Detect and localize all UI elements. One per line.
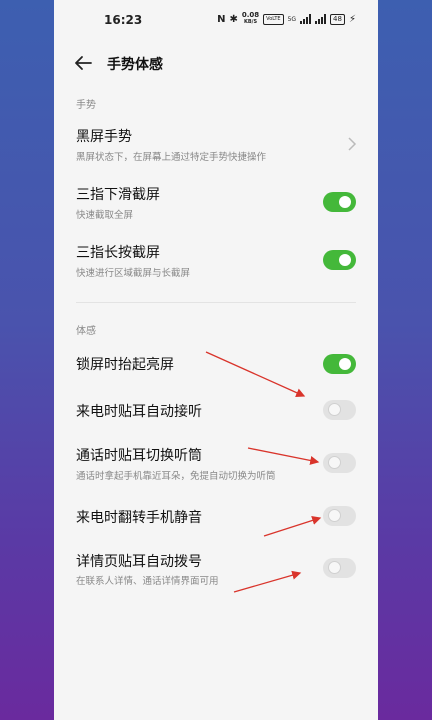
- status-icons: N ✱ 0.08 KB/S VoLTE 5G 48 ⚡: [217, 12, 356, 26]
- row-title: 黑屏手势: [76, 129, 132, 145]
- toggle-knob: [328, 509, 341, 522]
- row-raise-to-wake: 锁屏时抬起亮屏: [54, 346, 378, 382]
- row-subtitle: 通话时拿起手机靠近耳朵，免提自动切换为听筒: [76, 471, 276, 482]
- toggle-knob: [328, 561, 341, 574]
- toggle-knob: [339, 196, 351, 208]
- toggle-raise-to-wake[interactable]: [323, 354, 356, 374]
- status-bar: 16:23 N ✱ 0.08 KB/S VoLTE 5G 48 ⚡: [54, 0, 378, 40]
- row-title: 来电时翻转手机静音: [76, 510, 202, 526]
- row-title: 通话时贴耳切换听筒: [76, 448, 202, 464]
- arrow-left-icon[interactable]: [72, 52, 94, 74]
- row-title: 三指长按截屏: [76, 245, 160, 261]
- section-label-motion: 体感: [76, 326, 96, 337]
- row-title: 来电时贴耳自动接听: [76, 404, 202, 420]
- signal-icon: [300, 14, 312, 24]
- row-title: 详情页贴耳自动拨号: [76, 554, 202, 570]
- toggle-auto-answer[interactable]: [323, 400, 356, 420]
- row-black-screen-gesture[interactable]: 黑屏手势 黑屏状态下，在屏幕上通过特定手势快捷操作: [54, 120, 378, 172]
- toggle-knob: [339, 254, 351, 266]
- toggle-flip-to-mute[interactable]: [323, 506, 356, 526]
- toggle-knob: [328, 403, 341, 416]
- row-subtitle: 快速截取全屏: [76, 210, 134, 221]
- row-title: 锁屏时抬起亮屏: [76, 357, 174, 373]
- network-speed: 0.08 KB/S: [242, 12, 259, 26]
- toggle-three-finger-swipe[interactable]: [323, 192, 356, 212]
- row-subtitle: 黑屏状态下，在屏幕上通过特定手势快捷操作: [76, 152, 267, 163]
- bluetooth-icon: ✱: [229, 13, 238, 25]
- row-three-finger-swipe: 三指下滑截屏 快速截取全屏: [54, 178, 378, 228]
- row-auto-answer: 来电时贴耳自动接听: [54, 394, 378, 430]
- signal-icon-2: [315, 14, 327, 24]
- chevron-right-icon: [348, 137, 357, 151]
- section-label-gesture: 手势: [76, 100, 96, 111]
- row-title: 三指下滑截屏: [76, 187, 160, 203]
- toggle-three-finger-hold[interactable]: [323, 250, 356, 270]
- charging-icon: ⚡: [348, 13, 356, 25]
- row-switch-earpiece: 通话时贴耳切换听筒 通话时拿起手机靠近耳朵，免提自动切换为听筒: [54, 438, 378, 488]
- row-auto-dial: 详情页贴耳自动拨号 在联系人详情、通话详情界面可用: [54, 544, 378, 594]
- settings-screen: 16:23 N ✱ 0.08 KB/S VoLTE 5G 48 ⚡ 手势体感 手…: [54, 0, 378, 720]
- page-title: 手势体感: [107, 57, 163, 73]
- page-header: 手势体感: [54, 44, 378, 84]
- row-subtitle: 快速进行区域截屏与长截屏: [76, 268, 191, 279]
- toggle-knob: [339, 358, 351, 370]
- battery-icon: 48: [330, 13, 345, 25]
- section-divider: [76, 302, 356, 303]
- speed-value: 0.08: [241, 11, 260, 19]
- volte-badge: VoLTE: [263, 13, 284, 25]
- nfc-icon: N: [217, 13, 226, 25]
- toggle-switch-earpiece[interactable]: [323, 453, 356, 473]
- speed-unit: KB/S: [243, 19, 258, 25]
- row-subtitle: 在联系人详情、通话详情界面可用: [76, 576, 219, 587]
- toggle-auto-dial[interactable]: [323, 558, 356, 578]
- toggle-knob: [328, 456, 341, 469]
- row-three-finger-hold: 三指长按截屏 快速进行区域截屏与长截屏: [54, 236, 378, 286]
- network-type: 5G: [287, 15, 297, 23]
- status-time: 16:23: [104, 13, 143, 27]
- row-flip-to-mute: 来电时翻转手机静音: [54, 500, 378, 536]
